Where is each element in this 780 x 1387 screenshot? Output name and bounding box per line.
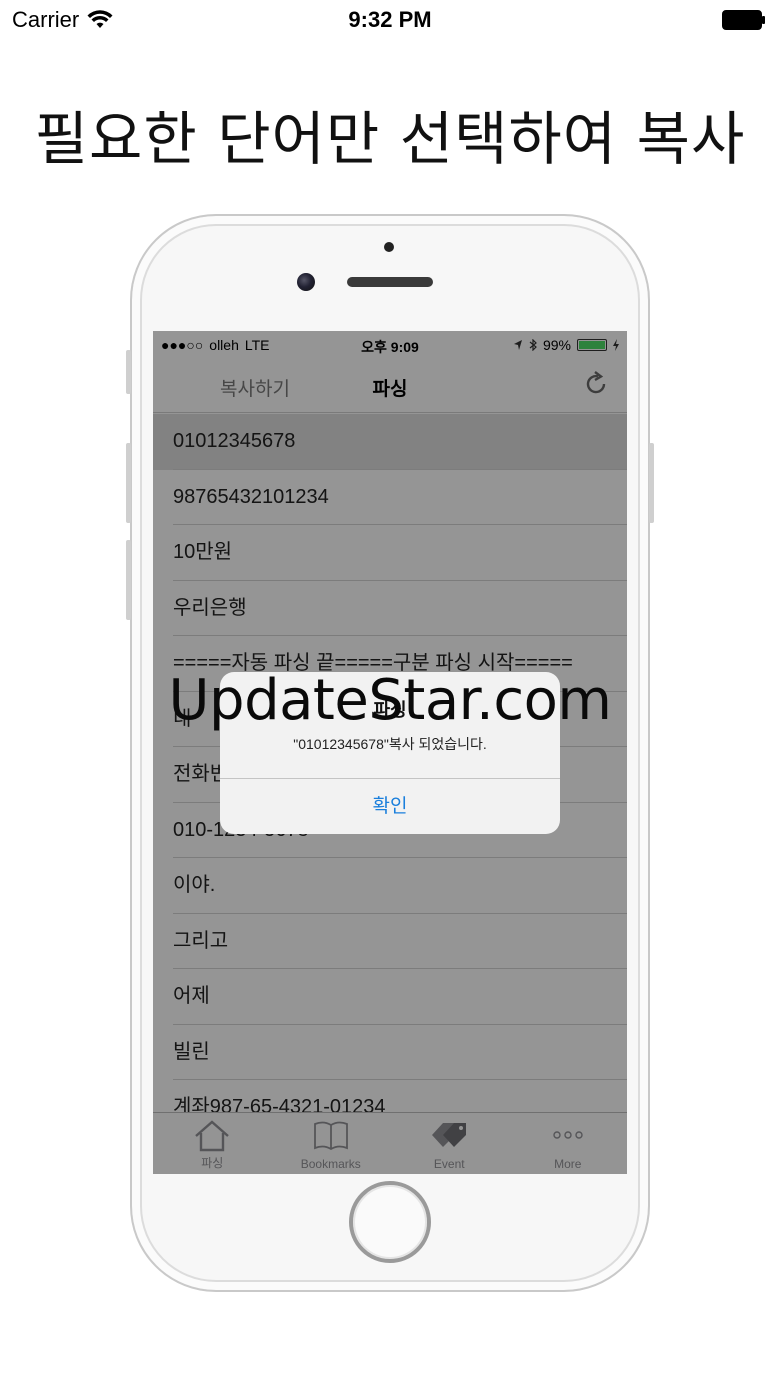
alert-message: "01012345678"복사 되었습니다. bbox=[293, 736, 487, 752]
battery-icon bbox=[722, 10, 765, 30]
status-time: 9:32 PM bbox=[348, 7, 432, 32]
confirm-button[interactable]: 확인 bbox=[220, 779, 560, 834]
volume-down-button bbox=[126, 540, 131, 620]
mute-switch bbox=[126, 350, 131, 394]
front-camera bbox=[297, 273, 315, 291]
outer-status-bar: Carrier 9:32 PM bbox=[0, 0, 780, 40]
copy-alert-dialog: 파싱 "01012345678"복사 되었습니다. 확인 bbox=[220, 672, 560, 834]
alert-title: 파싱 bbox=[373, 700, 407, 720]
home-button[interactable] bbox=[349, 1181, 431, 1263]
volume-up-button bbox=[126, 443, 131, 523]
page-headline: 필요한 단어만 선택하여 복사 bbox=[34, 105, 746, 173]
proximity-sensor bbox=[384, 242, 394, 252]
earpiece-speaker bbox=[347, 277, 433, 287]
power-button bbox=[649, 443, 654, 523]
